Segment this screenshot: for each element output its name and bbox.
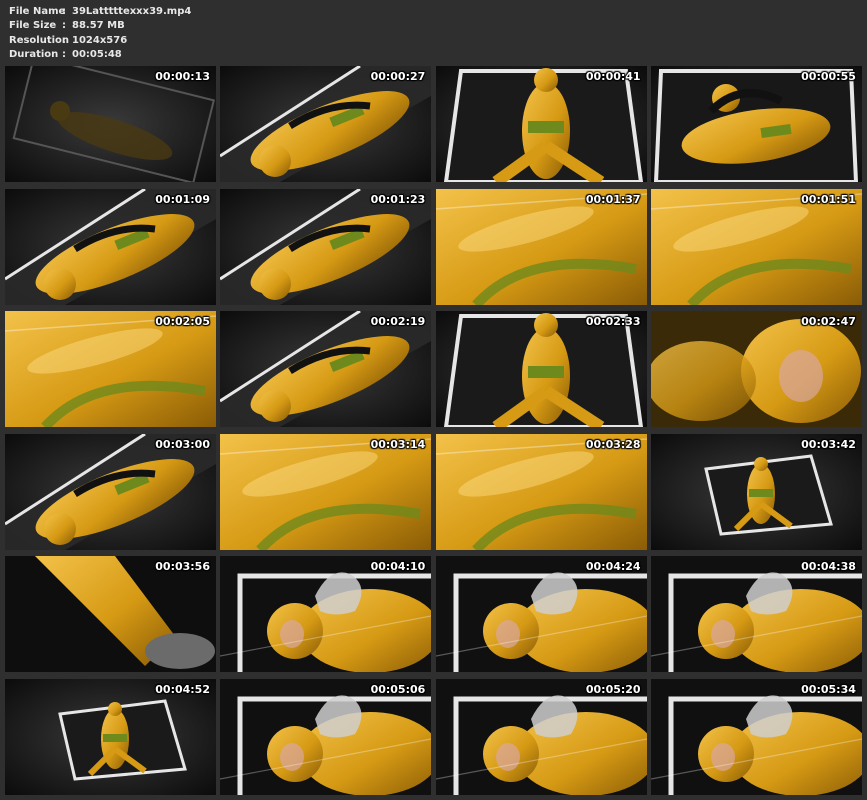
thumbnail-image (650, 66, 862, 182)
thumbnail-image (220, 311, 432, 428)
thumbnail-image (435, 311, 647, 428)
file-info-value: 1024x576 (72, 34, 128, 46)
thumbnail-image (5, 556, 216, 673)
file-info-key: File Size (9, 20, 57, 32)
video-thumbnail[interactable]: 00:04:52 (5, 678, 216, 795)
thumbnail-timestamp: 00:04:24 (585, 560, 641, 574)
thumbnail-image (220, 556, 432, 673)
thumbnail-image (650, 433, 862, 550)
video-thumbnail[interactable]: 00:03:00 (5, 433, 216, 550)
thumbnail-timestamp: 00:01:09 (155, 192, 210, 206)
thumbnail-timestamp: 00:02:47 (801, 315, 856, 329)
video-thumbnail[interactable]: 00:04:24 (435, 556, 647, 673)
thumbnail-timestamp: 00:00:13 (155, 70, 210, 83)
thumbnail-image (5, 66, 216, 182)
file-info-row: Resolution:1024x576 (9, 34, 191, 48)
thumbnail-image (650, 556, 862, 673)
file-info-separator: : (62, 48, 66, 60)
video-thumbnail[interactable]: 00:02:47 (650, 311, 862, 428)
thumbnail-timestamp: 00:04:38 (801, 560, 856, 574)
video-thumbnail[interactable]: 00:01:51 (650, 188, 862, 305)
thumbnail-image (5, 311, 216, 428)
thumbnail-image (435, 188, 647, 305)
thumbnail-timestamp: 00:03:14 (370, 437, 426, 451)
file-info-value: 39Latttttexxx39.mp4 (72, 6, 192, 17)
video-thumbnail[interactable]: 00:01:37 (435, 188, 647, 305)
video-thumbnail[interactable]: 00:02:19 (220, 311, 432, 428)
thumbnail-timestamp: 00:01:51 (801, 192, 856, 206)
file-info-key: File Name (9, 6, 66, 17)
video-thumbnail[interactable]: 00:05:20 (435, 678, 647, 795)
thumbnail-timestamp: 00:02:33 (585, 315, 641, 329)
thumbnail-image (220, 66, 432, 182)
thumbnail-image (435, 556, 647, 673)
thumbnail-image (5, 678, 216, 795)
video-thumbnail[interactable]: 00:03:14 (220, 433, 432, 550)
thumbnail-image (650, 311, 862, 428)
thumbnail-image (220, 433, 432, 550)
video-thumbnail[interactable]: 00:03:28 (435, 433, 647, 550)
file-info-row: File Size:88.57 MB (9, 19, 191, 33)
thumbnail-image (5, 433, 216, 550)
video-thumbnail[interactable]: 00:00:27 (220, 66, 432, 182)
thumbnail-image (435, 433, 647, 550)
thumbnail-timestamp: 00:00:27 (370, 70, 426, 83)
thumbnail-grid: 00:00:13 00:00:27 00:00:41 00:00:55 00:01:09… (5, 66, 862, 795)
thumbnail-timestamp: 00:05:20 (585, 682, 641, 696)
video-thumbnail[interactable]: 00:05:34 (650, 678, 862, 795)
file-info-separator: : (62, 20, 66, 32)
thumbnail-image (435, 678, 647, 795)
thumbnail-timestamp: 00:04:52 (155, 682, 210, 696)
thumbnail-timestamp: 00:00:41 (585, 70, 641, 83)
video-thumbnail[interactable]: 00:05:06 (220, 678, 432, 795)
file-info-separator: : (62, 6, 66, 17)
thumbnail-timestamp: 00:00:55 (801, 70, 856, 83)
video-thumbnail[interactable]: 00:00:13 (5, 66, 216, 182)
thumbnail-timestamp: 00:02:19 (370, 315, 426, 329)
thumbnail-timestamp: 00:02:05 (155, 315, 210, 329)
thumbnail-image (220, 188, 432, 305)
contact-sheet: File Name:39Latttttexxx39.mp4 File Size:8… (0, 0, 867, 800)
thumbnail-timestamp: 00:01:37 (585, 192, 641, 206)
file-info-key: Resolution (9, 34, 70, 46)
thumbnail-timestamp: 00:05:06 (370, 682, 426, 696)
file-info-separator: : (62, 34, 66, 46)
thumbnail-timestamp: 00:03:00 (155, 437, 210, 451)
video-thumbnail[interactable]: 00:02:05 (5, 311, 216, 428)
thumbnail-timestamp: 00:05:34 (801, 682, 856, 696)
video-thumbnail[interactable]: 00:03:42 (650, 433, 862, 550)
file-info-value: 88.57 MB (72, 20, 125, 32)
file-info-value: 00:05:48 (72, 48, 122, 60)
file-info-panel: File Name:39Latttttexxx39.mp4 File Size:8… (9, 5, 191, 62)
file-info-row: File Name:39Latttttexxx39.mp4 (9, 5, 191, 19)
thumbnail-timestamp: 00:04:10 (370, 560, 426, 574)
video-thumbnail[interactable]: 00:01:09 (5, 188, 216, 305)
thumbnail-image (5, 188, 216, 305)
thumbnail-timestamp: 00:03:56 (155, 560, 210, 574)
thumbnail-image (435, 66, 647, 182)
thumbnail-timestamp: 00:03:28 (585, 437, 641, 451)
thumbnail-timestamp: 00:03:42 (801, 437, 856, 451)
file-info-row: Duration:00:05:48 (9, 48, 191, 62)
video-thumbnail[interactable]: 00:00:55 (650, 66, 862, 182)
thumbnail-timestamp: 00:01:23 (370, 192, 426, 206)
video-thumbnail[interactable]: 00:00:41 (435, 66, 647, 182)
video-thumbnail[interactable]: 00:02:33 (435, 311, 647, 428)
video-thumbnail[interactable]: 00:04:10 (220, 556, 432, 673)
thumbnail-image (650, 678, 862, 795)
video-thumbnail[interactable]: 00:03:56 (5, 556, 216, 673)
file-info-key: Duration (9, 48, 59, 60)
video-thumbnail[interactable]: 00:04:38 (650, 556, 862, 673)
video-thumbnail[interactable]: 00:01:23 (220, 188, 432, 305)
thumbnail-image (220, 678, 432, 795)
thumbnail-image (650, 188, 862, 305)
